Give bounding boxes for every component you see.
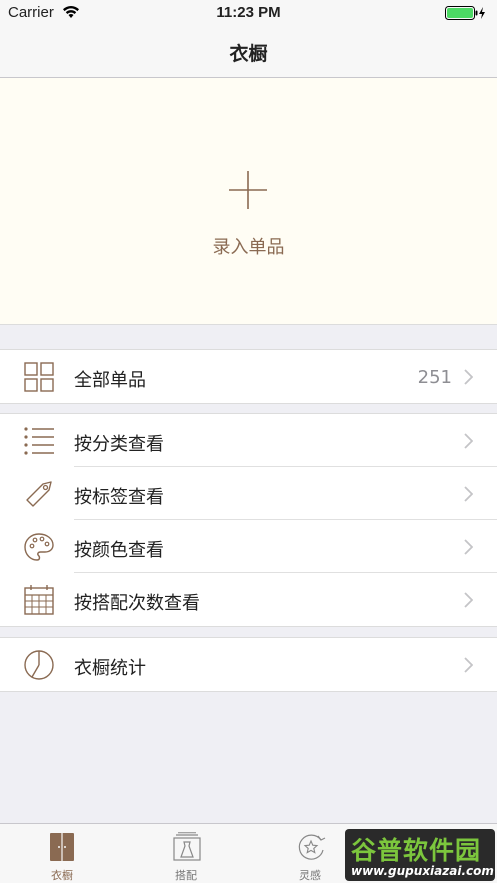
browse-by-category-label: 按分类查看: [74, 434, 164, 455]
browse-by-color-label: 按颜色查看: [74, 540, 164, 561]
wardrobe-stats-label: 衣橱统计: [74, 658, 146, 679]
grid-icon: [24, 362, 54, 392]
inspiration-star-icon: [298, 834, 326, 860]
browse-by-tag-row[interactable]: 按标签查看: [0, 467, 497, 520]
wardrobe-stats-row[interactable]: 衣橱统计: [0, 638, 497, 691]
chevron-right-icon: [464, 486, 473, 502]
status-bar: Carrier 11:23 PM: [0, 0, 497, 26]
browse-by-category-row[interactable]: 按分类查看: [0, 414, 497, 467]
palette-icon: [24, 533, 54, 561]
plus-icon: [229, 171, 267, 209]
tab-wardrobe[interactable]: 衣橱: [0, 824, 124, 883]
browse-group: 按分类查看 按标签查看 按颜色查看 按搭配次数查看: [0, 413, 497, 627]
add-item-button[interactable]: 录入单品: [0, 78, 497, 325]
battery-icon: [445, 6, 485, 20]
watermark-url: www.gupuxiazai.com: [351, 864, 494, 878]
browse-by-wear-count-row[interactable]: 按搭配次数查看: [0, 573, 497, 626]
navigation-bar: 衣橱: [0, 26, 497, 78]
chevron-right-icon: [464, 433, 473, 449]
calendar-icon: [24, 585, 54, 615]
browse-by-tag-label: 按标签查看: [74, 487, 164, 508]
chevron-right-icon: [464, 657, 473, 673]
all-items-group: 全部单品 251: [0, 349, 497, 404]
all-items-row[interactable]: 全部单品 251: [0, 350, 497, 403]
pie-chart-icon: [24, 650, 54, 680]
outfit-icon: [173, 832, 201, 861]
browse-by-color-row[interactable]: 按颜色查看: [0, 520, 497, 573]
add-item-label: 录入单品: [212, 237, 285, 258]
page-title: 衣橱: [229, 43, 268, 65]
stats-group: 衣橱统计: [0, 637, 497, 692]
all-items-label: 全部单品: [74, 370, 146, 391]
watermark-title: 谷普软件园: [351, 836, 482, 865]
chevron-right-icon: [464, 369, 473, 385]
chevron-right-icon: [464, 539, 473, 555]
wardrobe-icon: [50, 833, 74, 861]
browse-by-wear-count-label: 按搭配次数查看: [74, 593, 200, 614]
watermark-logo: 谷普软件园 www.gupuxiazai.com: [345, 829, 495, 881]
tab-wardrobe-label: 衣橱: [51, 869, 73, 882]
chevron-right-icon: [464, 592, 473, 608]
all-items-count: 251: [417, 367, 452, 388]
clock: 11:23 PM: [216, 4, 281, 21]
list-icon: [24, 427, 54, 455]
tag-icon: [26, 481, 52, 507]
tab-outfits[interactable]: 搭配: [124, 824, 248, 883]
tab-outfits-label: 搭配: [175, 869, 197, 882]
